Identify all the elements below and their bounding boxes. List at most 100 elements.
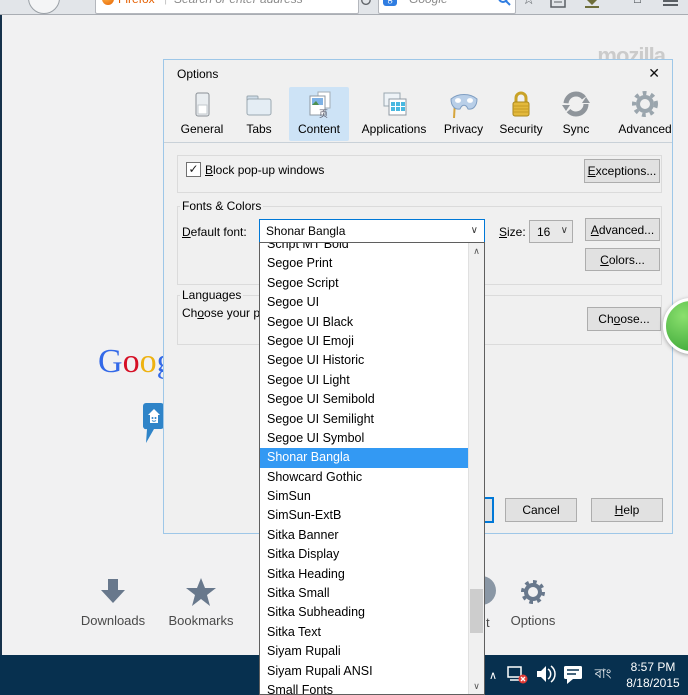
volume-icon[interactable] [534,655,558,695]
download-arrow-icon [101,579,125,603]
font-option[interactable]: Segoe UI Light [260,371,469,390]
reload-icon[interactable]: ↻ [359,0,372,11]
font-option[interactable]: Sitka Banner [260,526,469,545]
scrollbar-down-icon[interactable]: ∨ [469,678,484,694]
bookmark-star-icon[interactable]: ☆ [522,0,535,8]
size-value: 16 [537,224,551,239]
font-option[interactable]: Segoe UI Emoji [260,332,469,351]
search-box[interactable]: g ▾ Google [378,0,516,14]
size-label: Size: [499,225,526,239]
sync-icon [562,91,590,117]
dropdown-scrollbar[interactable]: ∧ ∨ [468,243,484,694]
choose-button[interactable]: Choose... [587,307,661,331]
size-select[interactable]: 16 ∨ [529,220,573,243]
tab-privacy[interactable]: Privacy [436,87,491,141]
font-option[interactable]: Segoe UI Semilight [260,410,469,429]
bookmarks-shortcut[interactable]: Bookmarks [160,577,242,628]
font-option[interactable]: Segoe UI Black [260,313,469,332]
search-icon[interactable] [497,0,511,6]
scrollbar-thumb[interactable] [470,589,483,633]
tab-sync[interactable]: Sync [554,87,598,141]
font-option[interactable]: Segoe UI Historic [260,351,469,370]
language-indicator[interactable]: বাং [588,655,618,695]
options-shortcut[interactable]: Options [492,577,574,628]
font-option[interactable]: SimSun [260,487,469,506]
font-option-list: Script MT Bold Segoe Print Segoe Script Seg… [260,243,469,694]
firefox-chip-label: Firefox [118,0,155,6]
advanced-gear-icon [632,91,658,117]
notifications-icon[interactable] [562,655,584,695]
tab-label: Tabs [246,122,272,136]
hidden-shortcut-label-partial: t [486,615,490,630]
font-option[interactable]: Siyam Rupali ANSI [260,662,469,681]
scrollbar-up-icon[interactable]: ∧ [469,243,484,259]
home-icon[interactable]: ⌂ [633,0,642,7]
options-shortcut-label: Options [510,613,556,628]
colors-button[interactable]: Colors... [585,248,660,271]
content-icon: 页 [309,91,331,119]
font-option[interactable]: Segoe UI Semibold [260,390,469,409]
firefox-icon [102,0,114,5]
bookmarks-shortcut-label: Bookmarks [168,613,234,628]
clock-date: 8/18/2015 [626,676,680,690]
clock-time: 8:57 PM [630,660,676,674]
url-input[interactable]: Search or enter address [174,0,303,6]
tab-label: Advanced [618,122,672,136]
content-icon-char: 页 [319,109,328,119]
size-chevron-icon: ∨ [560,225,568,236]
font-dropdown-list: Script MT Bold Segoe Print Segoe Script Seg… [259,242,485,695]
font-option[interactable]: Segoe UI [260,293,469,312]
font-option[interactable]: Small Fonts [260,681,469,694]
bookmarks-panel-icon[interactable] [550,0,566,8]
tabs-icon [246,95,272,116]
tab-security[interactable]: Security [493,87,549,141]
font-option[interactable]: Sitka Subheading [260,603,469,622]
search-engine-dropdown-icon[interactable]: ▾ [399,0,403,1]
google-logo-letter: o [139,343,157,380]
font-option[interactable]: SimSun-ExtB [260,506,469,525]
network-error-icon[interactable] [506,655,530,695]
url-separator: | [164,0,167,5]
back-button[interactable] [28,0,60,14]
default-font-select[interactable]: Shonar Bangla ∨ [259,219,485,243]
default-browser-pin-icon[interactable] [143,403,165,447]
url-bar[interactable]: Firefox | Search or enter address ∨ [95,0,359,14]
search-input[interactable]: Google [409,0,448,6]
font-option[interactable]: Segoe Script [260,274,469,293]
downloads-shortcut[interactable]: Downloads [72,577,154,628]
tab-content[interactable]: 页 Content [289,87,349,141]
font-option[interactable]: Siyam Rupali [260,642,469,661]
font-option[interactable]: Sitka Heading [260,565,469,584]
cancel-button[interactable]: Cancel [505,498,577,522]
desktop-edge [0,15,2,655]
tab-tabs[interactable]: Tabs [236,87,282,141]
tab-general[interactable]: General [172,87,232,141]
font-option[interactable]: Sitka Small [260,584,469,603]
dialog-title: Options [177,67,219,81]
help-button[interactable]: Help [591,498,663,522]
clock[interactable]: 8:57 PM 8/18/2015 [620,655,686,695]
tray-expand-chevron[interactable]: ∧ [484,655,502,695]
font-option[interactable]: Script MT Bold [260,243,469,254]
tab-advanced[interactable]: Advanced [614,87,676,141]
font-option[interactable]: Showcard Gothic [260,468,469,487]
font-option[interactable]: Segoe UI Symbol [260,429,469,448]
downloads-shortcut-label: Downloads [80,613,146,628]
url-dropdown-chevron-icon[interactable]: ∨ [347,0,354,2]
security-lock-icon [512,91,530,117]
browser-toolbar: Firefox | Search or enter address ∨ ↻ g … [0,0,688,15]
advanced-fonts-button[interactable]: Advanced... [585,218,660,241]
font-option[interactable]: Sitka Display [260,545,469,564]
font-option[interactable]: Shonar Bangla [260,448,469,468]
gear-icon [521,580,545,604]
menu-icon[interactable] [663,0,678,8]
downloads-toolbar-icon[interactable] [583,0,601,8]
font-option[interactable]: Segoe Print [260,254,469,273]
close-icon[interactable]: ✕ [648,65,660,82]
exceptions-button[interactable]: Exceptions... [584,159,660,183]
block-popups-checkbox[interactable]: ✓ [186,162,201,177]
tab-applications[interactable]: Applications [353,87,435,141]
combo-chevron-icon: ∨ [470,225,478,236]
tab-label: Security [499,122,543,136]
font-option[interactable]: Sitka Text [260,623,469,642]
